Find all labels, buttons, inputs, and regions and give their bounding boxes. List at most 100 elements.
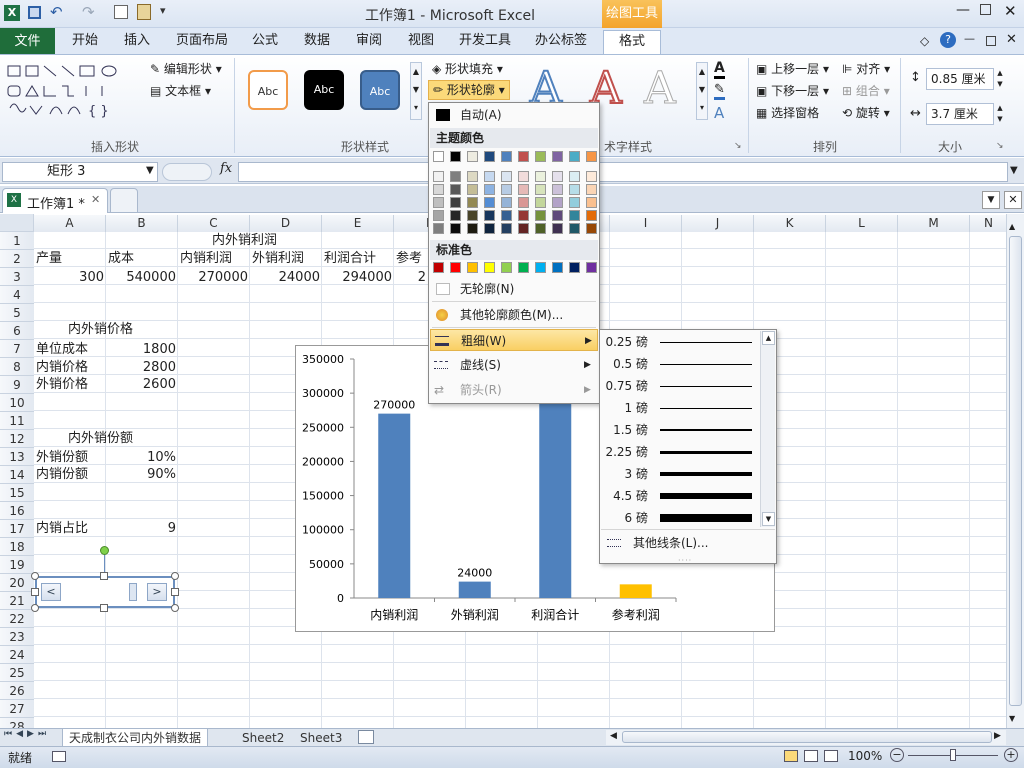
resize-handle[interactable] xyxy=(100,572,108,580)
tab-bar-close-button[interactable]: ✕ xyxy=(1004,191,1022,209)
cell-f3[interactable]: 2 xyxy=(398,269,426,287)
rotation-handle[interactable] xyxy=(100,546,109,555)
scroll-down-arrow[interactable]: ▼ xyxy=(762,512,775,526)
cell-a8[interactable]: 内销价格 xyxy=(36,359,88,377)
weight-option-3[interactable]: 3 磅 xyxy=(600,463,762,485)
sheet-tab-main[interactable]: 天成制衣公司内外销数据 xyxy=(62,729,209,747)
name-box-dropdown-icon[interactable]: ▼ xyxy=(146,165,154,176)
horizontal-scroll-thumb[interactable] xyxy=(622,731,992,743)
weight-option-2.25[interactable]: 2.25 磅 xyxy=(600,441,762,463)
theme-shade-swatch[interactable] xyxy=(433,184,444,195)
theme-shade-swatch[interactable] xyxy=(433,223,444,234)
group-button[interactable]: ⊞ 组合 ▾ xyxy=(842,82,890,100)
row-header-19[interactable]: 19 xyxy=(0,556,34,574)
shape-outline-button[interactable]: ✏ 形状轮廓 ▾ xyxy=(428,80,510,100)
standard-color-swatch[interactable] xyxy=(484,262,495,273)
theme-shade-swatch[interactable] xyxy=(433,171,444,182)
cell-b9[interactable]: 2600 xyxy=(106,376,176,394)
bring-forward-button[interactable]: ▣ 上移一层 ▾ xyxy=(756,60,829,78)
row-header-20[interactable]: 20 xyxy=(0,574,34,592)
text-effects-icon[interactable]: A xyxy=(714,104,724,122)
theme-shade-swatch[interactable] xyxy=(586,223,597,234)
auto-color-item[interactable]: 自动(A) xyxy=(430,104,598,126)
standard-color-swatch[interactable] xyxy=(586,262,597,273)
insert-function-icon[interactable]: fx xyxy=(220,161,232,176)
theme-shade-swatch[interactable] xyxy=(450,184,461,195)
more-outline-colors-item[interactable]: 其他轮廓颜色(M)... xyxy=(430,304,598,326)
theme-shade-swatch[interactable] xyxy=(586,197,597,208)
theme-color-swatch[interactable] xyxy=(518,151,529,162)
row-header-4[interactable]: 4 xyxy=(0,286,34,304)
cell-c2[interactable]: 内销利润 xyxy=(180,250,232,268)
sheet-nav-arrows[interactable]: ⏮◀▶⏭ xyxy=(4,729,50,739)
standard-color-swatch[interactable] xyxy=(552,262,563,273)
close-tab-icon[interactable]: ✕ xyxy=(91,193,100,206)
scroll-up-arrow[interactable]: ▲ xyxy=(762,331,775,345)
scroll-right-arrow[interactable]: ▶ xyxy=(994,731,1001,741)
cell-a14[interactable]: 内销份额 xyxy=(36,466,88,484)
name-box[interactable]: 矩形 3 xyxy=(2,162,158,182)
shape-style-option-1[interactable]: Abc xyxy=(248,70,288,110)
cell-a6[interactable]: 内外销价格 xyxy=(68,321,133,339)
text-fill-icon[interactable]: A xyxy=(714,60,725,79)
scroll-left-arrow[interactable]: ◀ xyxy=(610,731,617,741)
column-header-b[interactable]: B xyxy=(106,215,178,232)
row-header-6[interactable]: 6 xyxy=(0,322,34,340)
workbook-tab[interactable]: X 工作簿1 * ✕ xyxy=(2,188,108,213)
column-header-k[interactable]: K xyxy=(754,215,826,232)
resize-handle[interactable] xyxy=(31,588,39,596)
weight-option-6[interactable]: 6 磅 xyxy=(600,507,762,529)
cell-c3[interactable]: 270000 xyxy=(178,269,248,287)
row-header-10[interactable]: 10 xyxy=(0,394,34,412)
theme-shade-swatch[interactable] xyxy=(569,197,580,208)
row-header-2[interactable]: 2 xyxy=(0,250,34,268)
weight-option-4.5[interactable]: 4.5 磅 xyxy=(600,485,762,507)
excel-logo-icon[interactable]: X xyxy=(4,5,20,21)
standard-color-swatch[interactable] xyxy=(433,262,444,273)
cell-a3[interactable]: 300 xyxy=(34,269,104,287)
theme-shade-swatch[interactable] xyxy=(501,223,512,234)
page-layout-view-icon[interactable] xyxy=(804,750,818,762)
weight-option-1[interactable]: 1 磅 xyxy=(600,397,762,419)
resize-handle[interactable] xyxy=(100,604,108,612)
row-header-17[interactable]: 17 xyxy=(0,520,34,538)
theme-shade-swatch[interactable] xyxy=(535,210,546,221)
row-header-7[interactable]: 7 xyxy=(0,340,34,358)
weight-option-0.75[interactable]: 0.75 磅 xyxy=(600,375,762,397)
row-header-23[interactable]: 23 xyxy=(0,628,34,646)
standard-color-swatch[interactable] xyxy=(569,262,580,273)
vertical-scroll-thumb[interactable] xyxy=(1009,236,1022,706)
tab-data[interactable]: 数据 xyxy=(292,30,342,54)
column-header-j[interactable]: J xyxy=(682,215,754,232)
weight-submenu-scrollbar[interactable]: ▲ ▼ xyxy=(760,331,775,527)
theme-color-swatch[interactable] xyxy=(535,151,546,162)
theme-shade-swatch[interactable] xyxy=(518,184,529,195)
cell-b8[interactable]: 2800 xyxy=(106,359,176,377)
resize-handle[interactable] xyxy=(31,572,39,580)
cell-a9[interactable]: 外销价格 xyxy=(36,376,88,394)
workbook-close-button[interactable]: ✕ xyxy=(1006,32,1017,47)
cell-e2[interactable]: 利润合计 xyxy=(324,250,376,268)
more-lines-item[interactable]: 其他线条(L)... xyxy=(601,532,761,554)
theme-shade-swatch[interactable] xyxy=(569,223,580,234)
theme-shade-swatch[interactable] xyxy=(467,184,478,195)
theme-shade-swatch[interactable] xyxy=(552,210,563,221)
theme-shade-swatch[interactable] xyxy=(501,197,512,208)
page-break-view-icon[interactable] xyxy=(824,750,838,762)
redo-icon[interactable]: ↷ xyxy=(82,3,95,21)
cell-d3[interactable]: 24000 xyxy=(250,269,320,287)
zoom-in-button[interactable]: + xyxy=(1004,748,1018,762)
send-backward-button[interactable]: ▣ 下移一层 ▾ xyxy=(756,82,829,100)
column-header-c[interactable]: C xyxy=(178,215,250,232)
weight-submenu-item[interactable]: 粗细(W) ▶ xyxy=(430,329,598,351)
dialog-launcher-icon[interactable]: ↘ xyxy=(734,141,742,151)
select-all-corner[interactable] xyxy=(0,214,34,232)
customize-toolbar-icon[interactable]: ▾ xyxy=(160,4,166,17)
row-header-26[interactable]: 26 xyxy=(0,682,34,700)
row-header-11[interactable]: 11 xyxy=(0,412,34,430)
textbox-button[interactable]: ▤ 文本框 ▾ xyxy=(150,82,211,100)
row-header-18[interactable]: 18 xyxy=(0,538,34,556)
row-header-13[interactable]: 13 xyxy=(0,448,34,466)
copy-icon[interactable] xyxy=(114,5,128,19)
theme-shade-swatch[interactable] xyxy=(569,171,580,182)
